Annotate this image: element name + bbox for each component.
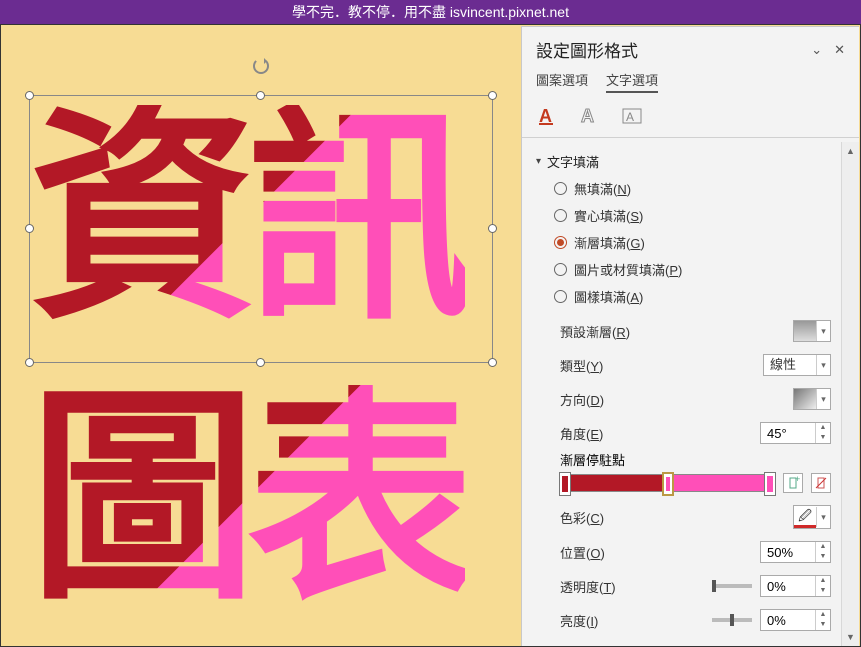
text-effects-icon[interactable]: A	[578, 105, 602, 127]
radio-icon	[554, 290, 567, 303]
radio-solid-fill[interactable]: 實心填滿(S)	[554, 206, 853, 225]
slide-canvas[interactable]: 資訊 圖表	[1, 25, 521, 647]
resize-handle[interactable]	[256, 358, 265, 367]
spin-up-icon[interactable]: ▲	[816, 610, 830, 620]
resize-handle[interactable]	[488, 358, 497, 367]
wordart-row2[interactable]: 圖表	[29, 385, 465, 613]
brightness-spinner[interactable]: ▲▼	[760, 609, 831, 631]
resize-handle[interactable]	[488, 91, 497, 100]
label-stops: 漸層停駐點	[536, 444, 853, 473]
gradient-bar[interactable]	[560, 474, 775, 492]
tab-shape-options[interactable]: 圖案選項	[536, 70, 588, 93]
angle-input[interactable]	[761, 423, 815, 443]
rotate-handle[interactable]	[253, 58, 269, 74]
svg-text:A: A	[626, 110, 634, 124]
window-titlebar: 學不完．教不停．用不盡 isvincent.pixnet.net	[0, 0, 861, 24]
scroll-down-icon[interactable]: ▼	[842, 628, 859, 646]
resize-handle[interactable]	[488, 224, 497, 233]
label-direction: 方向(D)	[560, 390, 604, 409]
radio-label: 無填滿(N)	[574, 179, 631, 198]
tab-text-options[interactable]: 文字選項	[606, 70, 658, 93]
gradient-stop-selected[interactable]	[662, 472, 674, 496]
angle-spinner[interactable]: ▲▼	[760, 422, 831, 444]
caret-down-icon: ▾	[536, 156, 541, 167]
dropdown-arrow-icon: ▾	[816, 507, 830, 527]
direction-dropdown[interactable]: ▾	[793, 388, 831, 410]
position-input[interactable]	[761, 542, 815, 562]
svg-text:A: A	[581, 106, 594, 126]
label-transparency: 透明度(T)	[560, 577, 616, 596]
radio-label: 實心填滿(S)	[574, 206, 643, 225]
scroll-up-icon[interactable]: ▲	[842, 142, 859, 160]
radio-label: 圖片或材質填滿(P)	[574, 260, 682, 279]
gradient-stop[interactable]	[764, 472, 776, 496]
position-spinner[interactable]: ▲▼	[760, 541, 831, 563]
dropdown-value: 線性	[764, 355, 816, 375]
selection-box[interactable]	[29, 95, 493, 363]
label-position: 位置(O)	[560, 543, 605, 562]
spin-up-icon[interactable]: ▲	[816, 542, 830, 552]
color-picker-button[interactable]: 🖉 ▾	[793, 505, 831, 529]
radio-no-fill[interactable]: 無填滿(N)	[554, 179, 853, 198]
label-preset: 預設漸層(R)	[560, 322, 630, 341]
resize-handle[interactable]	[25, 224, 34, 233]
type-dropdown[interactable]: 線性 ▾	[763, 354, 831, 376]
section-label: 文字填滿	[547, 152, 599, 171]
spin-down-icon[interactable]: ▼	[816, 433, 830, 443]
radio-icon	[554, 182, 567, 195]
panel-title: 設定圖形格式	[536, 37, 638, 62]
radio-icon	[554, 263, 567, 276]
panel-collapse-icon[interactable]: ⌄	[811, 42, 822, 58]
radio-pattern-fill[interactable]: 圖樣填滿(A)	[554, 287, 853, 306]
resize-handle[interactable]	[256, 91, 265, 100]
resize-handle[interactable]	[25, 358, 34, 367]
panel-scrollbar[interactable]: ▲ ▼	[841, 142, 859, 646]
titlebar-text: 學不完．教不停．用不盡 isvincent.pixnet.net	[292, 2, 569, 22]
panel-body: ▾ 文字填滿 document.querySelector('.caret').…	[522, 142, 859, 646]
panel-close-icon[interactable]: ✕	[834, 42, 845, 58]
label-color: 色彩(C)	[560, 508, 604, 527]
text-fill-outline-icon[interactable]: A	[536, 105, 560, 127]
spin-up-icon[interactable]: ▲	[816, 423, 830, 433]
radio-icon	[554, 236, 567, 249]
dropdown-arrow-icon: ▾	[816, 355, 830, 375]
preset-gradient-dropdown[interactable]: ▾	[793, 320, 831, 342]
swatch-icon	[794, 321, 816, 341]
label-angle: 角度(E)	[560, 424, 603, 443]
brightness-slider[interactable]	[712, 618, 752, 622]
transparency-input[interactable]	[761, 576, 815, 596]
spin-down-icon[interactable]: ▼	[816, 552, 830, 562]
resize-handle[interactable]	[25, 91, 34, 100]
dropdown-arrow-icon: ▾	[816, 389, 830, 409]
spin-up-icon[interactable]: ▲	[816, 576, 830, 586]
gradient-stop[interactable]	[559, 472, 571, 496]
label-brightness: 亮度(I)	[560, 611, 598, 630]
radio-icon	[554, 209, 567, 222]
add-stop-button[interactable]: +	[783, 473, 803, 493]
dropdown-arrow-icon: ▾	[816, 321, 830, 341]
radio-picture-fill[interactable]: 圖片或材質填滿(P)	[554, 260, 853, 279]
spin-down-icon[interactable]: ▼	[816, 586, 830, 596]
radio-gradient-fill[interactable]: 漸層填滿(G)	[554, 233, 853, 252]
brightness-input[interactable]	[761, 610, 815, 630]
radio-label: 圖樣填滿(A)	[574, 287, 643, 306]
label-type: 類型(Y)	[560, 356, 603, 375]
radio-label: 漸層填滿(G)	[574, 233, 645, 252]
transparency-slider[interactable]	[712, 584, 752, 588]
section-text-fill[interactable]: ▾ 文字填滿	[536, 148, 853, 179]
format-shape-panel: 設定圖形格式 ⌄ ✕ 圖案選項 文字選項 A A A ▾ 文字填滿	[521, 26, 859, 646]
transparency-spinner[interactable]: ▲▼	[760, 575, 831, 597]
remove-stop-button[interactable]	[811, 473, 831, 493]
spin-down-icon[interactable]: ▼	[816, 620, 830, 630]
workspace: 資訊 圖表 設定圖形格式 ⌄ ✕ 圖案選項 文字選項	[0, 24, 861, 647]
svg-text:+: +	[795, 476, 800, 484]
swatch-icon	[794, 389, 816, 409]
textbox-icon[interactable]: A	[620, 105, 644, 127]
